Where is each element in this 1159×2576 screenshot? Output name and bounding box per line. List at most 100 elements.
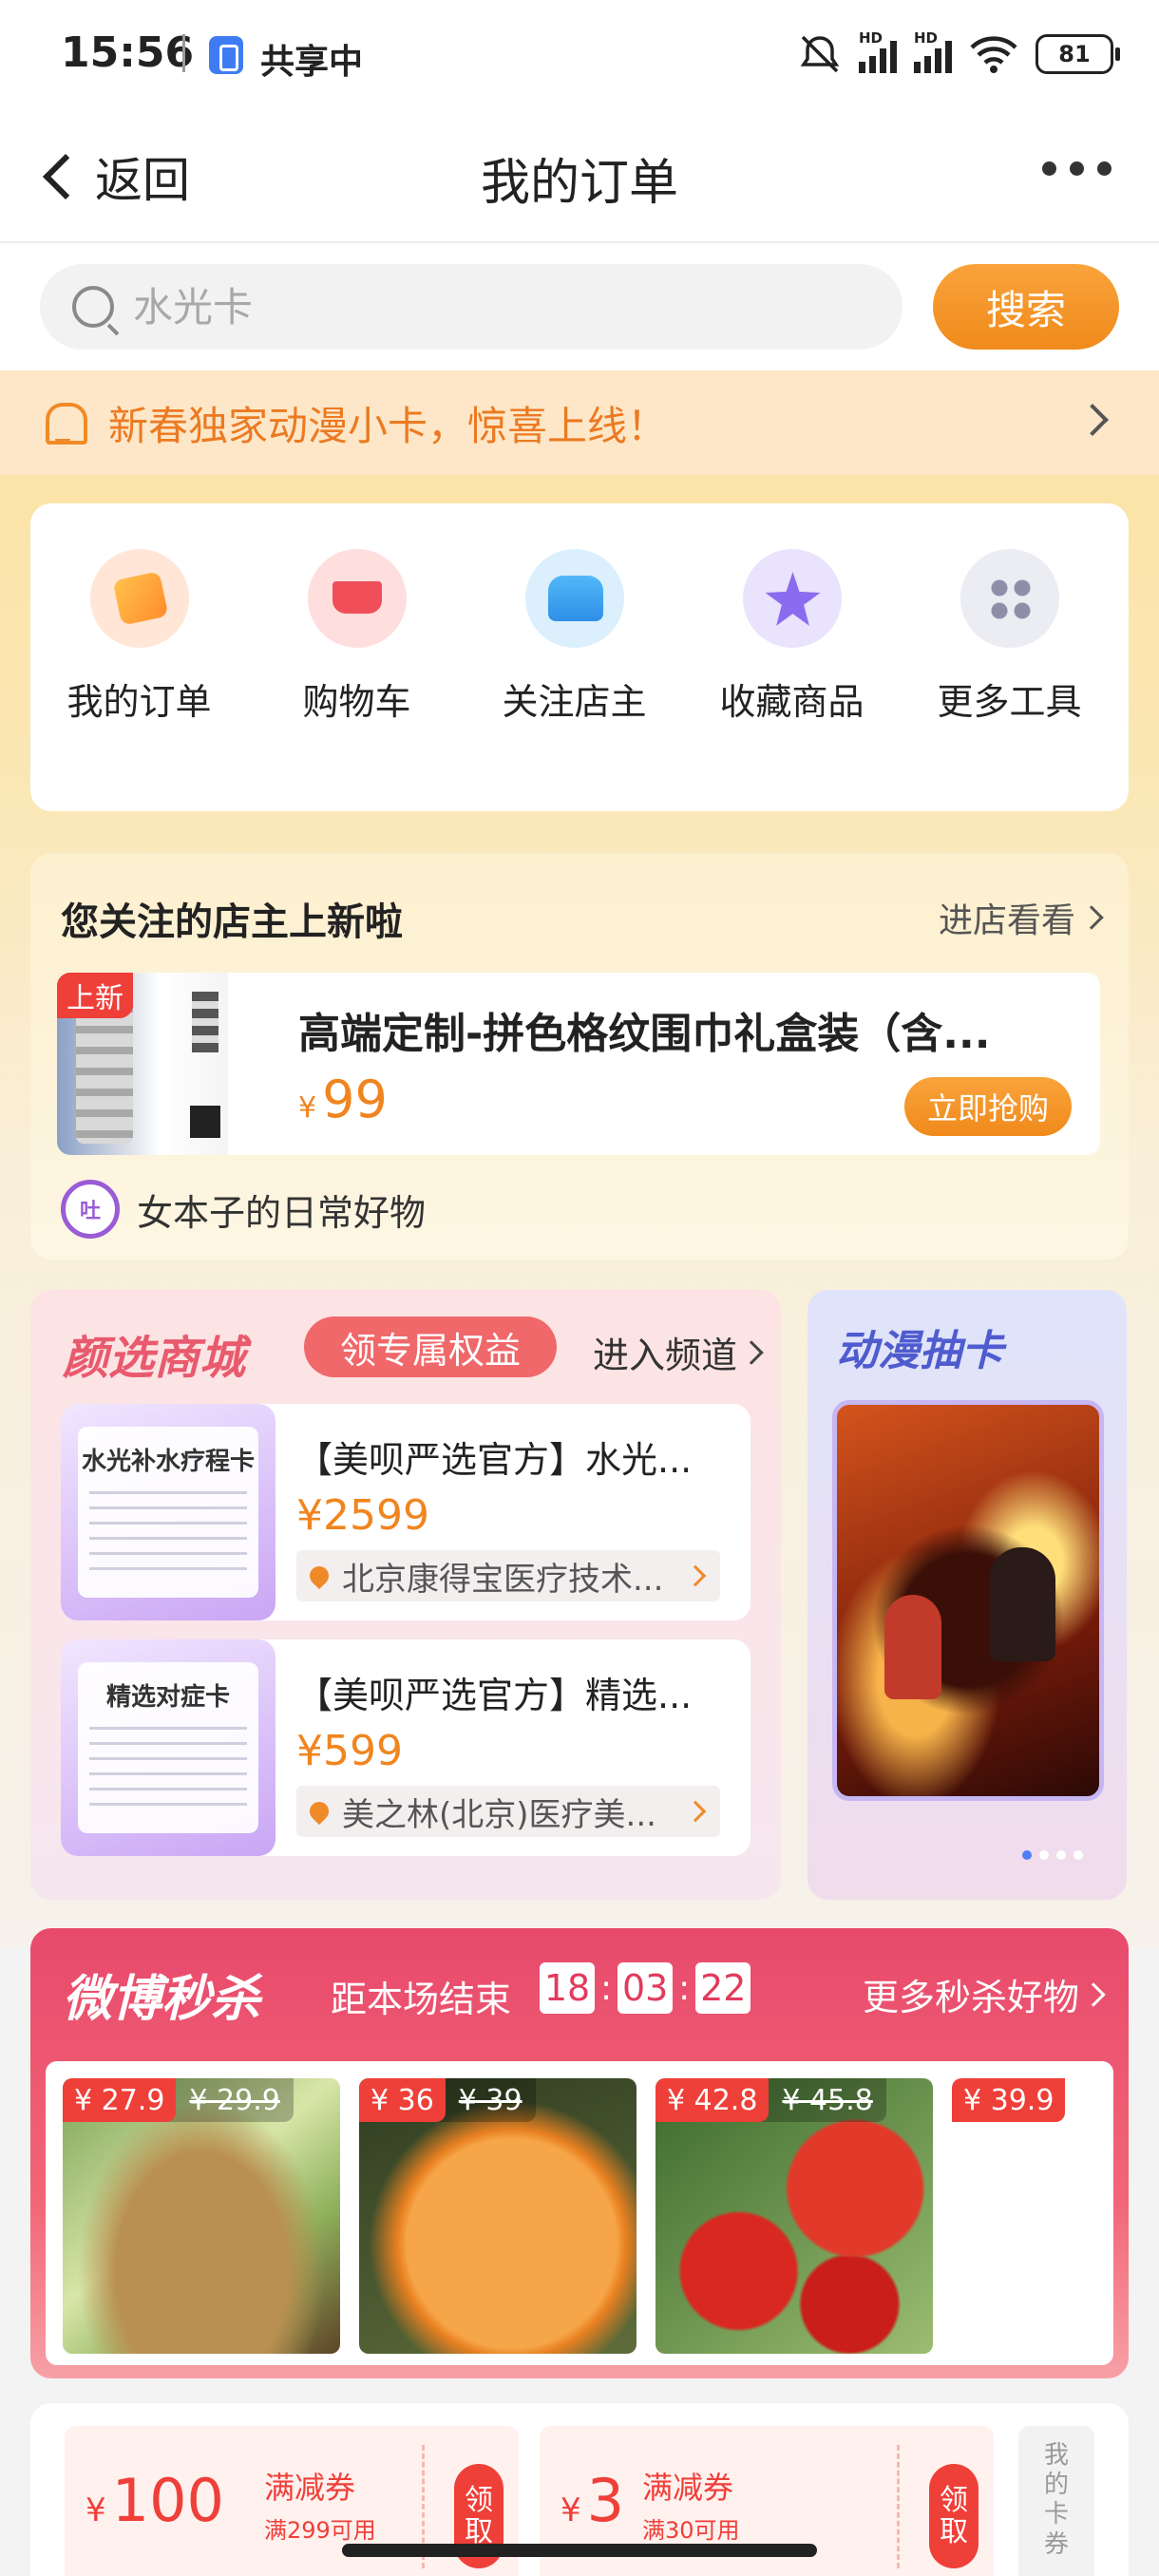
screen-share-icon xyxy=(209,36,243,74)
chevron-right-icon xyxy=(684,1800,707,1823)
mall-card: 颜选商城 领专属权益 进入频道 水光补水疗程卡 【美呗严选官方】水光... ¥2… xyxy=(30,1290,781,1900)
link-label: 进店看看 xyxy=(938,901,1075,940)
share-status: 共享中 xyxy=(260,43,364,82)
flash-item-cucumbers[interactable]: ¥ 27.9 ¥ 29.9 xyxy=(63,2078,340,2354)
grid-icon xyxy=(960,549,1059,648)
tool-more[interactable]: 更多工具 xyxy=(901,549,1118,811)
coupon-title: 满减券 xyxy=(264,2470,356,2506)
chevron-right-icon xyxy=(1081,1981,1106,2007)
store-name: 美之林(北京)医疗美... xyxy=(342,1795,656,1834)
battery-icon: 81 xyxy=(1036,34,1120,74)
tool-cart[interactable]: 购物车 xyxy=(248,549,466,811)
clock: 15:56 xyxy=(61,28,195,77)
flash-title: 微博秒杀 xyxy=(63,1971,261,2028)
search-input[interactable] xyxy=(133,283,855,331)
store-location[interactable]: 美之林(北京)医疗美... xyxy=(296,1786,720,1837)
product-price: ¥599 xyxy=(296,1727,403,1775)
more-flash-deals-link[interactable]: 更多秒杀好物 xyxy=(862,1968,1106,2020)
product-image: 精选对症卡 xyxy=(61,1639,276,1856)
product-name: 高端定制-拼色格纹围巾礼盒装（含... xyxy=(298,1010,991,1058)
tool-favorites[interactable]: 收藏商品 xyxy=(683,549,901,811)
mall-item[interactable]: 水光补水疗程卡 【美呗严选官方】水光... ¥2599 北京康得宝医疗技术... xyxy=(61,1404,750,1620)
shopping-cart-icon xyxy=(307,549,407,648)
anime-banner-image xyxy=(832,1400,1104,1801)
shopping-bag-icon xyxy=(89,549,189,648)
coupon-amount: ¥100 xyxy=(86,2466,224,2535)
link-label: 更多秒杀好物 xyxy=(862,1977,1079,2018)
more-options-icon[interactable] xyxy=(1042,161,1112,176)
my-coupons-link[interactable]: 我的卡券 xyxy=(1018,2426,1094,2576)
coupon-title: 满减券 xyxy=(642,2470,734,2506)
enter-channel-link[interactable]: 进入频道 xyxy=(592,1326,764,1378)
coupon-condition: 满30可用 xyxy=(642,2517,740,2544)
status-separator xyxy=(182,34,185,72)
tool-label: 我的订单 xyxy=(66,681,212,723)
flash-sale: 微博秒杀 距本场结束 18: 03: 22 更多秒杀好物 ¥ 27.9 ¥ 29.… xyxy=(30,1928,1129,2378)
link-label: 进入频道 xyxy=(592,1335,737,1376)
shop-avatar: 吐 xyxy=(61,1180,120,1239)
tool-label: 收藏商品 xyxy=(719,681,864,723)
flash-item-tomatoes[interactable]: ¥ 42.8 ¥ 45.8 xyxy=(656,2078,933,2354)
flash-item-oranges[interactable]: ¥ 36 ¥ 39 xyxy=(359,2078,636,2354)
sale-price: ¥ 42.8 xyxy=(656,2078,770,2122)
nav-bar: 返回 我的订单 xyxy=(0,112,1159,243)
notice-bar[interactable]: 新春独家动漫小卡，惊喜上线！ xyxy=(0,370,1159,475)
flash-items: ¥ 27.9 ¥ 29.9 ¥ 36 ¥ 39 ¥ 42.8 ¥ 45.8 ¥ 39.… xyxy=(46,2061,1113,2365)
shop-entry[interactable]: 吐 女本子的日常好物 xyxy=(61,1180,426,1239)
mall-item[interactable]: 精选对症卡 【美呗严选官方】精选... ¥599 美之林(北京)医疗美... xyxy=(61,1639,750,1856)
tool-label: 购物车 xyxy=(302,681,411,723)
buy-now-button[interactable]: 立即抢购 xyxy=(904,1077,1072,1136)
tool-followed-shops[interactable]: 关注店主 xyxy=(466,549,683,811)
store-icon xyxy=(524,549,624,648)
chevron-right-icon xyxy=(739,1339,764,1365)
signal-icon-1: HD xyxy=(859,29,897,73)
signal-icon-2: HD xyxy=(914,29,952,73)
bell-icon xyxy=(40,399,87,446)
original-price: ¥ 45.8 xyxy=(782,2083,873,2117)
product-name: 【美呗严选官方】水光... xyxy=(296,1439,693,1481)
wifi-icon xyxy=(970,36,1017,73)
search-button[interactable]: 搜索 xyxy=(933,264,1119,350)
page-title: 我的订单 xyxy=(480,155,678,212)
section-title: 您关注的店主上新啦 xyxy=(61,900,403,944)
product-price: ¥2599 xyxy=(296,1491,429,1540)
search-icon xyxy=(72,286,114,328)
countdown-label: 距本场结束 xyxy=(331,1979,512,2020)
claim-benefits-button[interactable]: 领专属权益 xyxy=(304,1316,557,1377)
product-image: 水光补水疗程卡 xyxy=(61,1404,276,1620)
anime-title: 动漫抽卡 xyxy=(836,1327,1003,1375)
timer-hours: 18 xyxy=(540,1962,595,2014)
anime-card-draw[interactable]: 动漫抽卡 xyxy=(808,1290,1127,1900)
chevron-right-icon xyxy=(1079,905,1104,930)
store-name: 北京康得宝医疗技术... xyxy=(342,1560,664,1599)
search-row: 搜索 xyxy=(0,243,1159,370)
original-price: ¥ 39 xyxy=(458,2083,522,2117)
chevron-right-icon xyxy=(684,1564,707,1587)
status-bar: 15:56 共享中 HD HD 81 xyxy=(0,0,1159,112)
bell-muted-icon xyxy=(800,35,840,73)
tool-label: 关注店主 xyxy=(502,681,647,723)
claim-coupon-button[interactable]: 领取 xyxy=(929,2464,978,2568)
shop-name: 女本子的日常好物 xyxy=(137,1191,427,1234)
sale-price: ¥ 27.9 xyxy=(63,2078,177,2122)
carousel-indicator xyxy=(1022,1850,1083,1860)
coupon-amount: ¥3 xyxy=(560,2466,625,2535)
coupon-condition: 满299可用 xyxy=(264,2517,376,2544)
sale-price: ¥ 36 xyxy=(359,2078,446,2122)
sale-price: ¥ 39.9 xyxy=(952,2078,1066,2122)
star-icon xyxy=(742,549,842,648)
tool-my-orders[interactable]: 我的订单 xyxy=(30,549,248,811)
timer-minutes: 03 xyxy=(618,1962,674,2014)
tool-label: 更多工具 xyxy=(937,681,1082,723)
search-box[interactable] xyxy=(40,264,902,350)
mall-title: 颜选商城 xyxy=(63,1332,246,1385)
location-pin-icon xyxy=(305,1562,333,1590)
chevron-right-icon xyxy=(1076,404,1109,436)
home-indicator[interactable] xyxy=(342,2544,817,2557)
flash-item[interactable]: ¥ 39.9 xyxy=(952,2078,1113,2354)
store-location[interactable]: 北京康得宝医疗技术... xyxy=(296,1550,720,1601)
visit-shop-link[interactable]: 进店看看 xyxy=(938,893,1104,942)
timer-seconds: 22 xyxy=(695,1962,751,2014)
product-card[interactable]: 上新 高端定制-拼色格纹围巾礼盒装（含... ¥99 立即抢购 xyxy=(57,973,1100,1155)
original-price: ¥ 29.9 xyxy=(189,2083,280,2117)
